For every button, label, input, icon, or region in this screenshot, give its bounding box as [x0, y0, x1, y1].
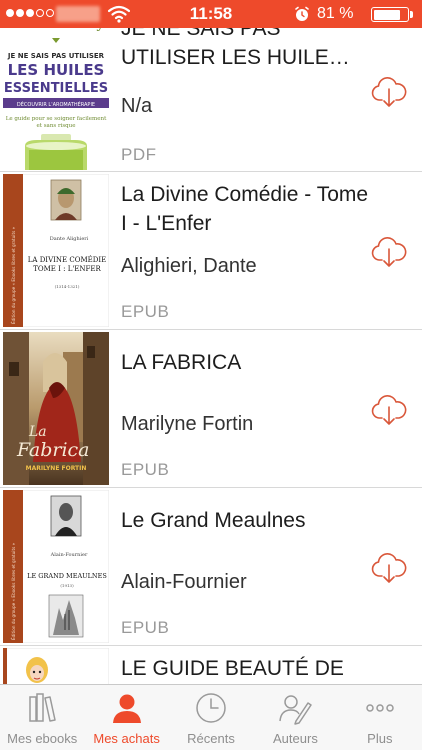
book-title: LE GUIDE BEAUTÉ DE [121, 657, 344, 680]
book-row[interactable]: Édition du groupe « Ebooks libres et gra… [0, 488, 422, 646]
cover-art: Édition du groupe « Ebooks libres et gra… [2, 173, 110, 328]
cover-title: LE GRAND MEAULNES [27, 572, 107, 580]
download-button[interactable] [370, 236, 408, 268]
tab-bar: Mes ebooks Mes achats Récents Auteurs Pl… [0, 684, 422, 750]
download-button[interactable] [370, 76, 408, 108]
cover-author: Alain-Fournier [50, 552, 88, 558]
cloud-download-icon [371, 237, 407, 267]
cover-sub: (1913) [60, 583, 74, 588]
battery-fill [373, 9, 401, 20]
book-cover [2, 647, 110, 684]
cover-author: MARILYNE FORTIN [26, 465, 87, 472]
book-format: EPUB [121, 618, 170, 637]
tab-recents[interactable]: Récents [169, 685, 253, 750]
cover-art [2, 647, 110, 684]
book-title: La Divine Comédie - Tome I - L'Enfer [121, 183, 369, 235]
battery-percent: 81 % [317, 5, 354, 22]
cover-spine: Édition du groupe « Ebooks libres et gra… [11, 542, 16, 640]
book-author: Marilyne Fortin [121, 413, 254, 435]
battery-cap [410, 11, 413, 18]
battery-icon [371, 7, 409, 22]
tab-label: Récents [187, 731, 235, 746]
tab-mes-ebooks[interactable]: Mes ebooks [0, 685, 84, 750]
cover-tagline1: Le guide pour se soigner facilement [6, 116, 107, 122]
book-row[interactable]: LE GUIDE BEAUTÉ DE Ë [0, 646, 422, 684]
author-icon [279, 695, 313, 725]
cover-spine: Édition du groupe « Ebooks libres et gra… [11, 226, 16, 324]
book-format: EPUB [121, 460, 170, 479]
cover-line1: JE NE SAIS PAS UTILISER [7, 52, 105, 60]
status-bar: 11:58 81 % [0, 0, 422, 28]
clock-icon [196, 693, 226, 723]
tab-label: Mes achats [93, 731, 160, 746]
more-icon [366, 704, 394, 712]
cloud-download-icon [371, 395, 407, 425]
cover-word1: La [28, 424, 47, 440]
cover-band: DÉCOUVRIR L'AROMATHÉRAPIE [17, 100, 95, 108]
book-title: LA FABRICA [121, 351, 242, 374]
book-format: EPUB [121, 302, 170, 321]
cloud-download-icon [371, 77, 407, 107]
book-cover: Édition du groupe « Ebooks libres et gra… [2, 489, 110, 644]
tab-mes-achats[interactable]: Mes achats [84, 685, 168, 750]
cloud-download-icon [371, 553, 407, 583]
book-author: Alain-Fournier [121, 571, 247, 593]
book-list[interactable]: Danièle Festy JE NE SAIS PAS UTILISER LE… [0, 0, 422, 684]
book-row[interactable]: La Fabrica MARILYNE FORTIN LA FABRICA Ma… [0, 330, 422, 488]
tab-label: Mes ebooks [7, 731, 78, 746]
book-row[interactable]: Édition du groupe « Ebooks libres et gra… [0, 172, 422, 330]
cover-tagline2: et sans risque [37, 123, 76, 129]
books-shelf-icon [29, 693, 56, 722]
cover-word2: Fabrica [16, 439, 90, 461]
tab-auteurs[interactable]: Auteurs [253, 685, 337, 750]
cover-title2: TOME I : L'ENFER [33, 265, 101, 273]
cover-art: La Fabrica MARILYNE FORTIN [3, 332, 109, 485]
user-icon [112, 694, 141, 723]
cover-author: Dante Alighieri [50, 236, 89, 242]
book-author: N/a [121, 95, 153, 117]
tab-label: Auteurs [273, 731, 318, 746]
cover-title1: LA DIVINE COMÉDIE [28, 255, 106, 264]
tab-plus[interactable]: Plus [338, 685, 422, 750]
clock-time: 11:58 [189, 4, 233, 23]
alarm-icon [295, 6, 309, 21]
cover-line2: LES HUILES [8, 61, 105, 79]
book-cover: La Fabrica MARILYNE FORTIN [3, 332, 109, 485]
cover-art: Édition du groupe « Ebooks libres et gra… [2, 489, 110, 644]
cover-sub: (1314-1321) [55, 284, 80, 289]
book-cover: Édition du groupe « Ebooks libres et gra… [2, 173, 110, 328]
cover-line3: ESSENTIELLES [4, 81, 108, 96]
book-format: PDF [121, 145, 157, 164]
book-title: Le Grand Meaulnes [121, 509, 306, 532]
download-button[interactable] [370, 394, 408, 426]
tab-label: Plus [367, 731, 393, 746]
download-button[interactable] [370, 552, 408, 584]
book-author: Alighieri, Dante [121, 255, 257, 277]
